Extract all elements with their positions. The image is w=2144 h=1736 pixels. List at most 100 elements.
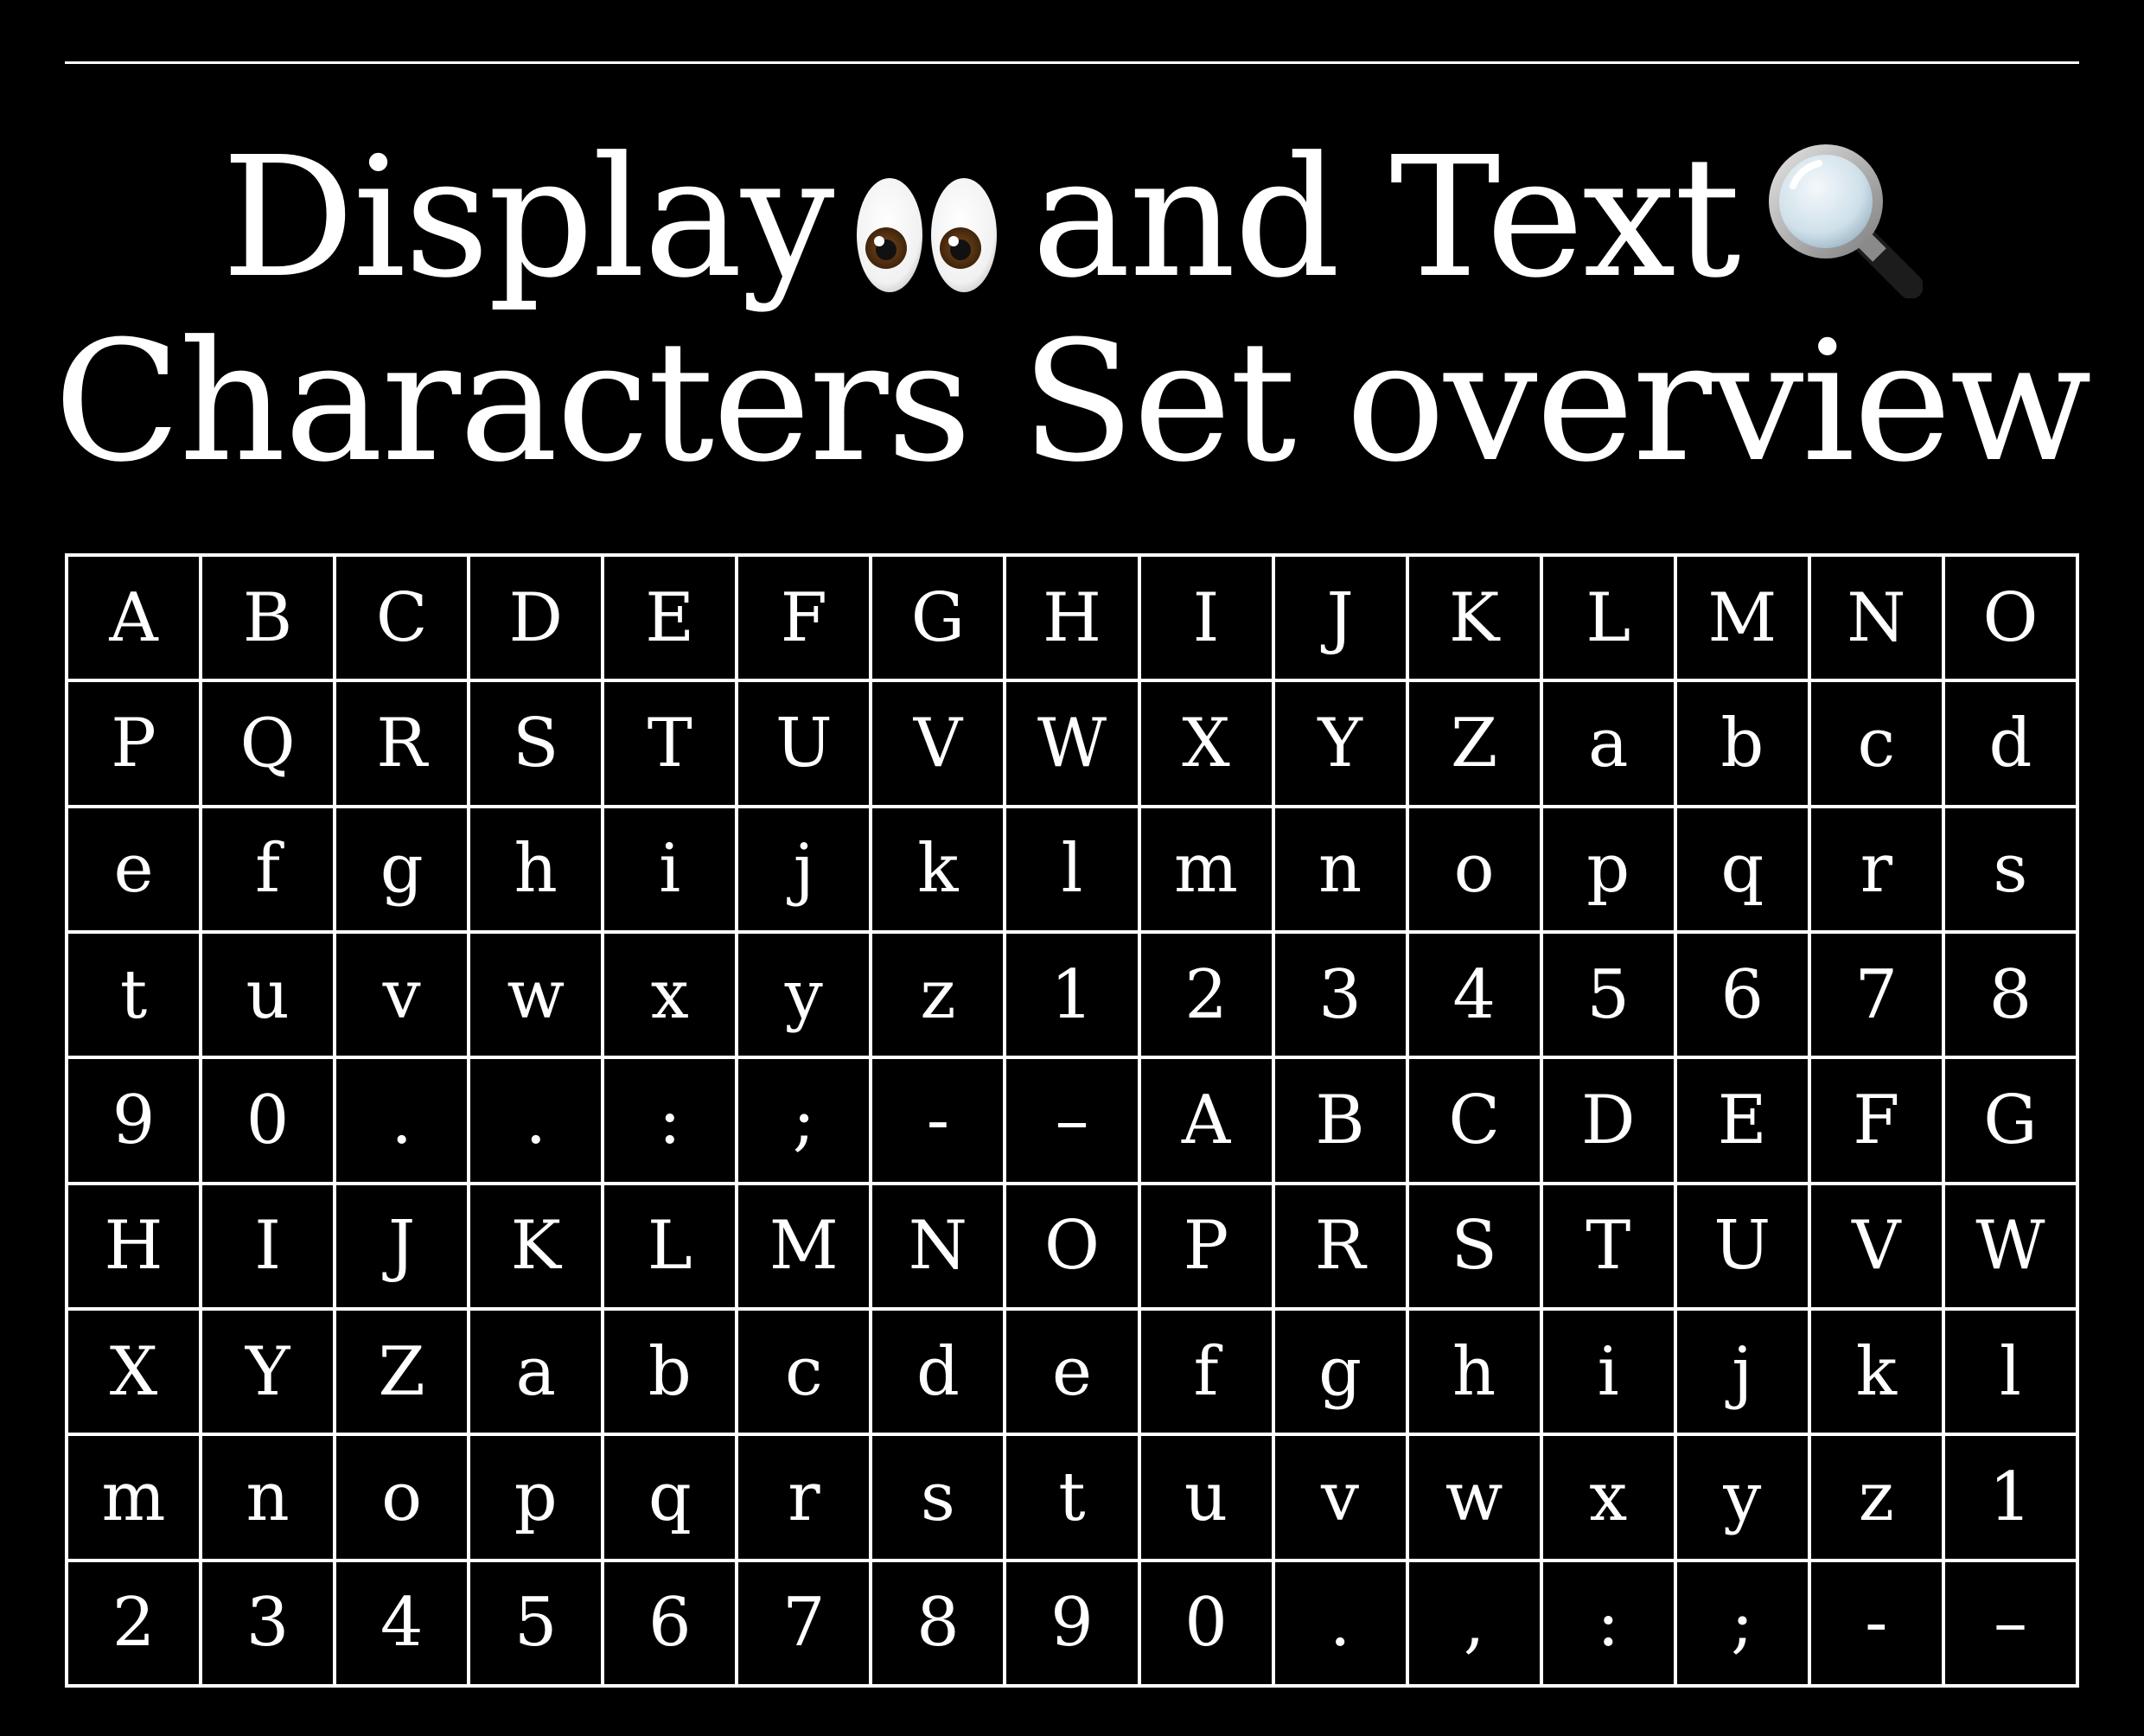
grid-row: ABCDEFGHIJKLMNO	[64, 552, 2080, 683]
character-cell: 0	[1137, 1558, 1275, 1688]
character-cell: U	[1673, 1181, 1811, 1311]
character-cell: .	[1271, 1558, 1409, 1688]
character-cell: u	[1137, 1433, 1275, 1562]
character-cell: V	[869, 679, 1007, 808]
character-cell: 3	[1271, 929, 1409, 1060]
character-cell: D	[467, 552, 605, 683]
character-cell: M	[1673, 552, 1811, 683]
character-cell: 3	[199, 1558, 337, 1688]
character-cell: 4	[1405, 929, 1543, 1060]
character-cell: I	[1137, 552, 1275, 683]
character-cell: .	[467, 1056, 605, 1185]
character-cell: A	[1137, 1056, 1275, 1185]
character-cell: E	[601, 552, 739, 683]
grid-row: 2 3 4 5 6 7 8 9 0.,:; - –	[64, 1558, 2080, 1688]
character-cell: j	[1673, 1306, 1811, 1437]
character-cell: M	[735, 1181, 873, 1311]
character-cell: L	[601, 1181, 739, 1311]
character-cell: 9	[1003, 1558, 1141, 1688]
character-cell: d	[869, 1306, 1007, 1437]
character-cell: 9	[64, 1056, 203, 1185]
character-cell: k	[869, 804, 1007, 934]
character-cell: p	[467, 1433, 605, 1562]
character-cell: A	[64, 552, 203, 683]
character-cell: x	[601, 929, 739, 1060]
character-cell: y	[1673, 1433, 1811, 1562]
character-cell: 1	[1941, 1433, 2080, 1562]
character-cell: ,	[1405, 1558, 1543, 1688]
character-cell: P	[64, 679, 203, 808]
magnifying-glass-icon	[1758, 134, 1924, 299]
character-cell: o	[333, 1433, 471, 1562]
character-cell: N	[869, 1181, 1007, 1311]
character-cell: X	[1137, 679, 1275, 808]
character-cell: x	[1539, 1433, 1677, 1562]
character-cell: b	[601, 1306, 739, 1437]
character-cell: i	[1539, 1306, 1677, 1437]
character-cell: o	[1405, 804, 1543, 934]
character-cell: U	[735, 679, 873, 808]
grid-row: tuvwxyz12345678	[64, 929, 2080, 1060]
character-cell: u	[199, 929, 337, 1060]
character-cell: Z	[333, 1306, 471, 1437]
character-cell: 6	[1673, 929, 1811, 1060]
character-cell: D	[1539, 1056, 1677, 1185]
character-cell: B	[1271, 1056, 1409, 1185]
character-cell: 7	[1807, 929, 1945, 1060]
character-cell: t	[1003, 1433, 1141, 1562]
grid-row: XYZabcdefghijkl	[64, 1306, 2080, 1437]
character-cell: v	[333, 929, 471, 1060]
title-line-2: Characters Set overview	[54, 305, 2092, 499]
grid-row: 9 0..:; - – A B C D E F G	[64, 1056, 2080, 1185]
character-cell: S	[467, 679, 605, 808]
title-line-1: Display and Text	[0, 130, 2144, 314]
character-cell: m	[1137, 804, 1275, 934]
character-cell: d	[1941, 679, 2080, 808]
character-cell: G	[869, 552, 1007, 683]
character-cell: c	[1807, 679, 1945, 808]
character-cell: t	[64, 929, 203, 1060]
grid-row: PQRSTUVWXYZabcd	[64, 679, 2080, 808]
character-cell: z	[1807, 1433, 1945, 1562]
character-cell: .	[333, 1056, 471, 1185]
character-cell: T	[601, 679, 739, 808]
character-cell: s	[1941, 804, 2080, 934]
character-cell: c	[735, 1306, 873, 1437]
character-cell: a	[467, 1306, 605, 1437]
character-cell: I	[199, 1181, 337, 1311]
character-cell: -	[1807, 1558, 1945, 1688]
character-cell: S	[1405, 1181, 1543, 1311]
character-cell: J	[1271, 552, 1409, 683]
character-cell: Y	[1271, 679, 1409, 808]
character-cell: G	[1941, 1056, 2080, 1185]
character-cell: H	[1003, 552, 1141, 683]
character-cell: P	[1137, 1181, 1275, 1311]
character-cell: Y	[199, 1306, 337, 1437]
character-cell: B	[199, 552, 337, 683]
character-cell: R	[1271, 1181, 1409, 1311]
character-cell: l	[1941, 1306, 2080, 1437]
character-cell: q	[601, 1433, 739, 1562]
character-cell: :	[1539, 1558, 1677, 1688]
character-cell: H	[64, 1181, 203, 1311]
character-set-grid: ABCDEFGHIJKLMNOPQRSTUVWXYZabcdefghijklmn…	[64, 552, 2080, 1688]
character-cell: O	[1941, 552, 2080, 683]
top-divider	[65, 61, 2079, 64]
character-cell: 7	[735, 1558, 873, 1688]
character-cell: 8	[1941, 929, 2080, 1060]
character-cell: O	[1003, 1181, 1141, 1311]
character-cell: 2	[1137, 929, 1275, 1060]
character-cell: h	[1405, 1306, 1543, 1437]
character-cell: n	[199, 1433, 337, 1562]
character-cell: b	[1673, 679, 1811, 808]
character-cell: :	[601, 1056, 739, 1185]
character-cell: –	[1941, 1558, 2080, 1688]
character-cell: l	[1003, 804, 1141, 934]
character-cell: 0	[199, 1056, 337, 1185]
character-cell: R	[333, 679, 471, 808]
character-cell: 1	[1003, 929, 1141, 1060]
title-and-text: and Text	[1031, 122, 1740, 315]
character-cell: f	[1137, 1306, 1275, 1437]
character-cell: 6	[601, 1558, 739, 1688]
character-cell: ;	[1673, 1558, 1811, 1688]
